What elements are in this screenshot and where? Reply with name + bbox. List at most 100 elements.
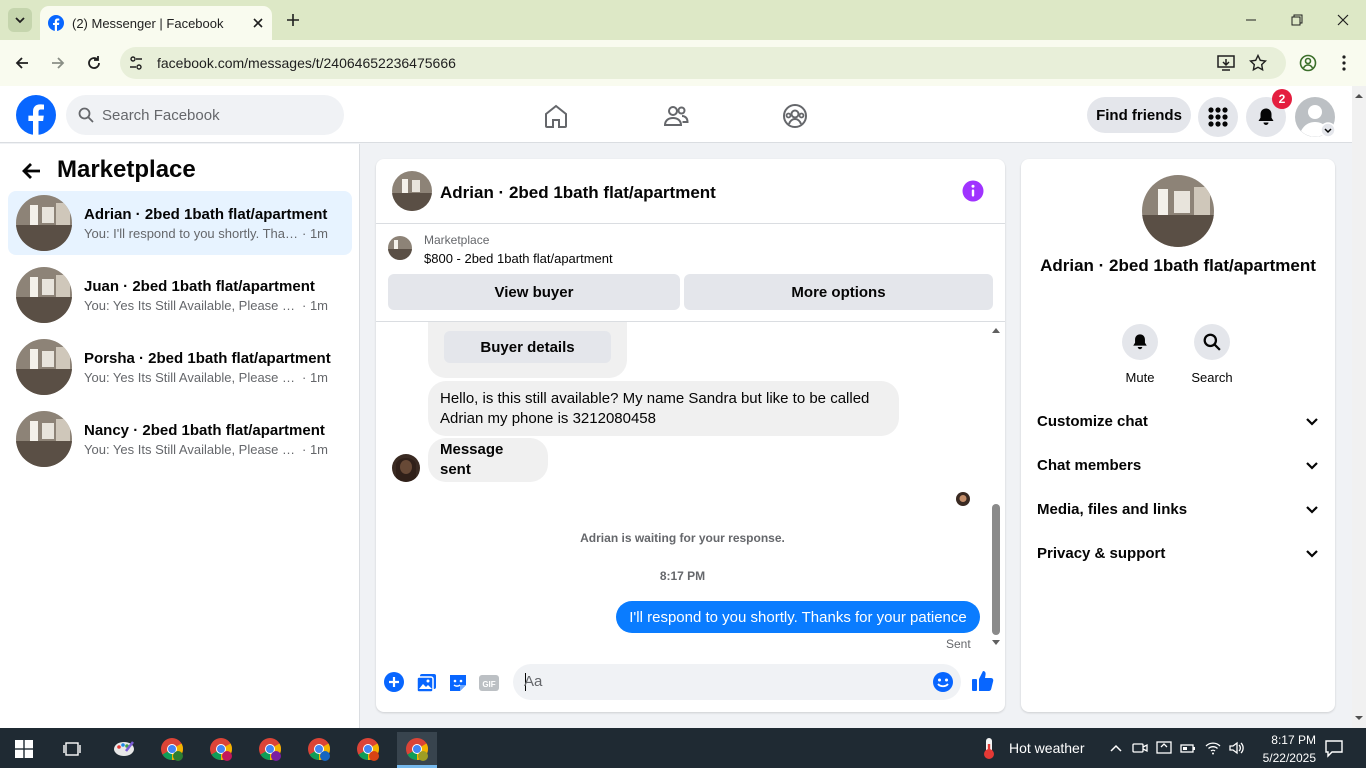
conversation-info-button[interactable]	[962, 180, 984, 202]
profile-button[interactable]	[1296, 51, 1320, 75]
conversation-name: Adrian · 2bed 1bath flat/apartment	[1040, 256, 1316, 275]
section-chat-members[interactable]: Chat members	[1029, 447, 1327, 483]
wifi-icon[interactable]	[1205, 740, 1221, 756]
back-button[interactable]	[10, 51, 34, 75]
listing-title[interactable]: $800 - 2bed 1bath flat/apartment	[424, 251, 613, 266]
conversation-name: Nancy · 2bed 1bath flat/apartment	[84, 421, 325, 439]
start-button[interactable]	[4, 732, 44, 766]
outgoing-message-bubble[interactable]: I'll respond to you shortly. Thanks for …	[616, 601, 980, 633]
section-privacy-support[interactable]: Privacy & support	[1029, 535, 1327, 571]
system-clock[interactable]: 8:17 PM 5/22/2025	[1250, 731, 1316, 767]
url-text[interactable]: facebook.com/messages/t/2406465223647566…	[157, 55, 456, 71]
view-buyer-button[interactable]: View buyer	[388, 274, 680, 310]
tab-title: (2) Messenger | Facebook	[72, 15, 224, 31]
close-window-button[interactable]	[1320, 0, 1366, 40]
battery-icon[interactable]	[1180, 740, 1196, 756]
new-tab-button[interactable]	[282, 9, 304, 31]
attach-photo-button[interactable]	[416, 672, 438, 694]
search-in-conversation-button[interactable]: Search	[1182, 324, 1242, 385]
taskbar-app-chrome-3[interactable]	[250, 732, 290, 766]
conversation-item[interactable]: Juan · 2bed 1bath flat/apartment You: Yes…	[8, 263, 352, 327]
mute-button[interactable]: Mute	[1110, 324, 1170, 385]
divider	[376, 223, 1005, 224]
facebook-search-input[interactable]: Search Facebook	[66, 95, 344, 135]
browser-menu-button[interactable]	[1332, 51, 1356, 75]
friends-icon	[663, 106, 689, 126]
section-media-files-links[interactable]: Media, files and links	[1029, 491, 1327, 527]
waiting-status-text: Adrian is waiting for your response.	[580, 531, 785, 545]
message-sent-bubble[interactable]: Message sent	[428, 438, 548, 482]
sender-avatar[interactable]	[392, 454, 420, 482]
send-like-button[interactable]	[971, 669, 995, 693]
page-scrollbar[interactable]	[1352, 86, 1366, 728]
taskbar-app-paint[interactable]	[104, 732, 144, 766]
tab-search-button[interactable]	[8, 8, 32, 32]
menu-button[interactable]	[1198, 97, 1238, 137]
show-hidden-icons-button[interactable]	[1108, 740, 1124, 756]
chat-header-avatar[interactable]	[392, 171, 432, 211]
message-input[interactable]	[513, 664, 961, 700]
notification-center-button[interactable]	[1324, 738, 1344, 758]
weather-icon[interactable]	[979, 736, 999, 760]
arrow-left-icon	[22, 163, 40, 179]
incoming-message-bubble[interactable]: Hello, is this still available? My name …	[428, 381, 899, 436]
nav-groups[interactable]	[777, 98, 813, 134]
emoji-button[interactable]	[932, 671, 954, 693]
taskbar-app-chrome-4[interactable]	[299, 732, 339, 766]
task-view-icon	[63, 742, 81, 756]
listing-thumbnail	[16, 267, 72, 323]
chevron-down-icon	[1306, 462, 1318, 470]
buyer-details-button[interactable]: Buyer details	[444, 331, 611, 363]
section-label: Media, files and links	[1037, 500, 1188, 518]
restore-button[interactable]	[1274, 0, 1320, 40]
install-icon	[1217, 55, 1235, 71]
meet-now-icon[interactable]	[1132, 740, 1148, 756]
chrome-icon	[357, 738, 379, 761]
clock-date: 5/22/2025	[1262, 751, 1316, 765]
profile-picture[interactable]	[1142, 175, 1214, 247]
install-app-button[interactable]	[1214, 51, 1238, 75]
notification-badge: 2	[1272, 89, 1292, 109]
screen-capture-icon[interactable]	[1156, 740, 1172, 756]
taskbar-app-chrome-1[interactable]	[152, 732, 192, 766]
nav-friends[interactable]	[658, 98, 694, 134]
search-icon-wrapper	[1194, 324, 1230, 360]
facebook-logo-icon[interactable]	[16, 95, 56, 135]
arrow-right-icon	[52, 57, 65, 69]
chevron-down-icon	[1306, 550, 1318, 558]
browser-tab-active[interactable]: (2) Messenger | Facebook	[40, 6, 272, 40]
site-info-button[interactable]	[124, 51, 148, 75]
conversation-time: · 1m	[302, 369, 328, 385]
close-tab-icon[interactable]	[252, 17, 264, 29]
find-friends-button[interactable]: Find friends	[1087, 97, 1191, 133]
tune-icon	[130, 56, 142, 70]
more-actions-button[interactable]	[383, 671, 405, 693]
reload-button[interactable]	[82, 51, 106, 75]
chrome-icon	[308, 738, 330, 761]
taskbar-app-chrome-2[interactable]	[201, 732, 241, 766]
chat-scrollbar[interactable]	[990, 324, 1002, 649]
nav-home[interactable]	[538, 98, 574, 134]
star-icon	[1249, 54, 1267, 72]
section-label: Chat members	[1037, 456, 1142, 474]
chat-title[interactable]: Adrian · 2bed 1bath flat/apartment	[440, 183, 716, 203]
bookmark-button[interactable]	[1246, 51, 1270, 75]
conversation-preview: You: Yes Its Still Available, Please Sen…	[84, 297, 302, 313]
volume-icon[interactable]	[1228, 740, 1244, 756]
forward-button[interactable]	[46, 51, 70, 75]
section-customize-chat[interactable]: Customize chat	[1029, 403, 1327, 439]
back-arrow-button[interactable]	[20, 159, 44, 183]
conversation-item[interactable]: Adrian · 2bed 1bath flat/apartment You: I…	[8, 191, 352, 255]
conversation-item[interactable]: Nancy · 2bed 1bath flat/apartment You: Ye…	[8, 407, 352, 471]
minimize-button[interactable]	[1228, 0, 1274, 40]
gif-button[interactable]: GIF	[478, 672, 500, 694]
conversation-item[interactable]: Porsha · 2bed 1bath flat/apartment You: Y…	[8, 335, 352, 399]
more-options-button[interactable]: More options	[684, 274, 993, 310]
task-view-button[interactable]	[52, 732, 92, 766]
sticker-button[interactable]	[447, 672, 469, 694]
taskbar-app-chrome-5[interactable]	[348, 732, 388, 766]
taskbar-app-chrome-active[interactable]	[397, 732, 437, 766]
chevron-down-icon	[15, 17, 25, 24]
account-avatar-button[interactable]	[1295, 97, 1335, 137]
weather-text[interactable]: Hot weather	[1009, 740, 1084, 756]
